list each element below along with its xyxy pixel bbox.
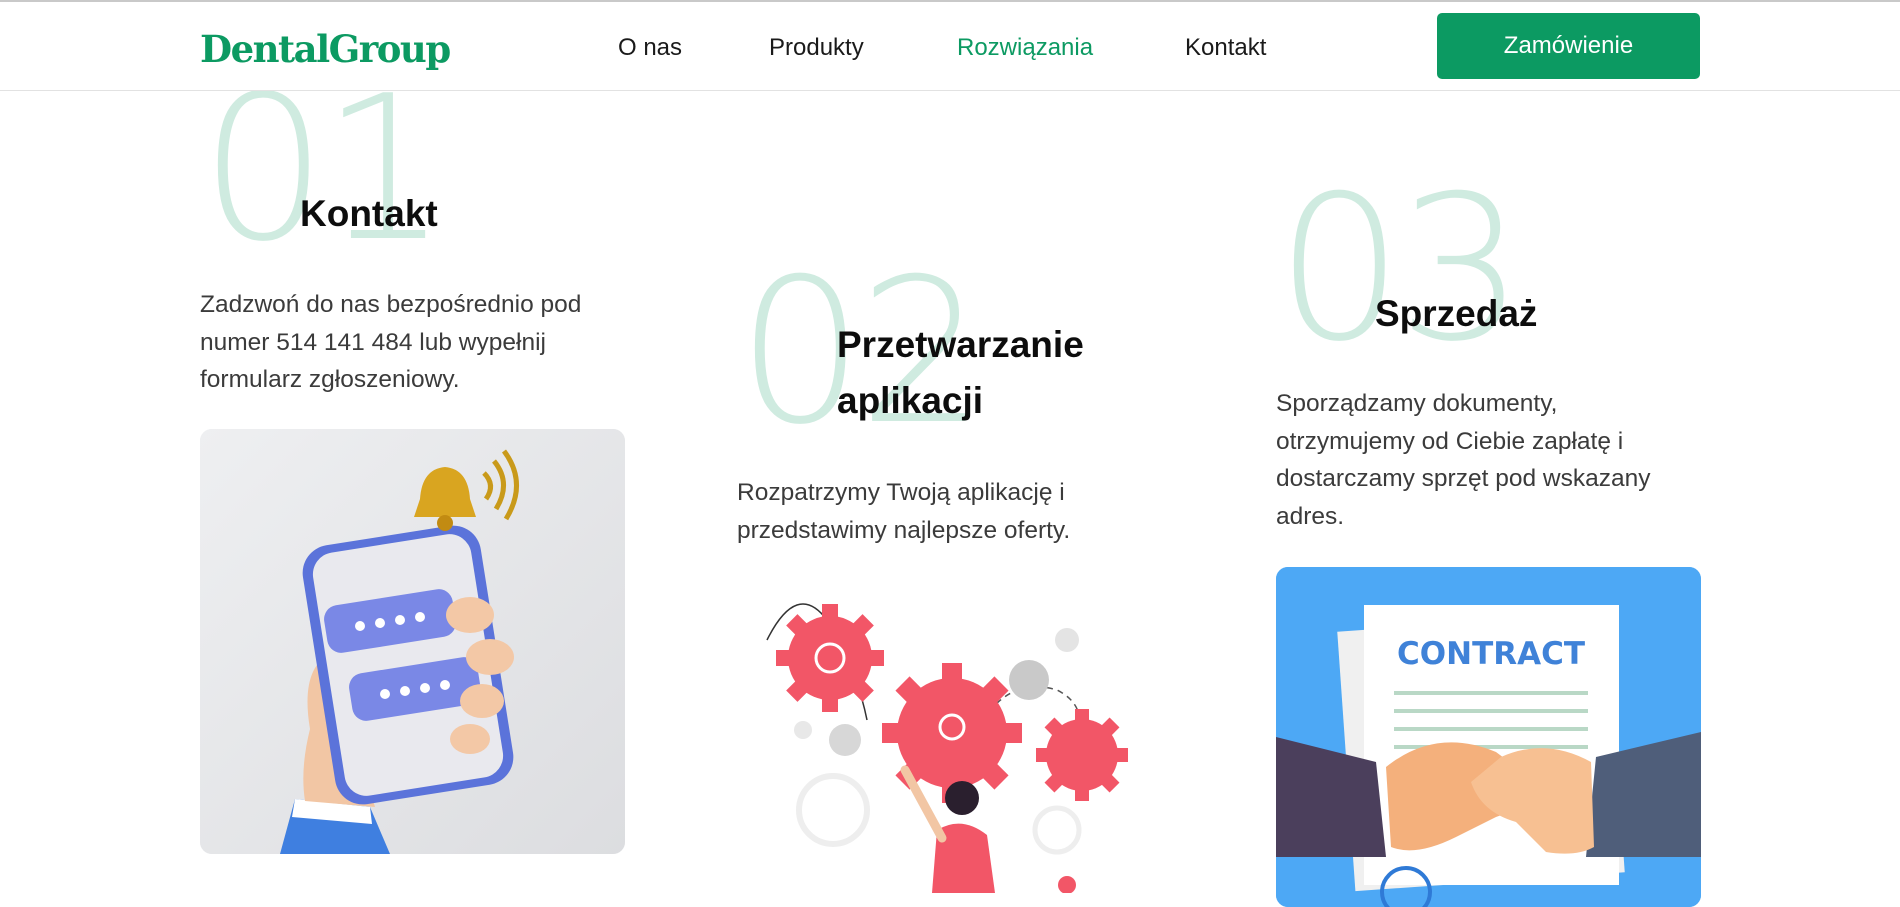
step-description: Zadzwoń do nas bezpośrednio pod numer 51…: [200, 291, 582, 393]
nav-item-kontakt[interactable]: Kontakt: [1185, 34, 1266, 62]
nav-item-o-nas[interactable]: O nas: [618, 34, 682, 62]
step-description: Rozpatrzymy Twoją aplikację i przedstawi…: [737, 479, 1071, 544]
order-button[interactable]: Zamówienie: [1437, 13, 1700, 79]
nav-item-produkty[interactable]: Produkty: [769, 34, 864, 62]
brand-logo[interactable]: DentalGroup: [200, 27, 451, 71]
step-title: Kontakt: [300, 193, 438, 234]
site-header: DentalGroup O nas Produkty Rozwiązania K…: [0, 2, 1900, 91]
step-title: Przetwarzanie aplikacji: [837, 324, 1084, 421]
nav-item-rozwiazania[interactable]: Rozwiązania: [957, 34, 1093, 62]
contract-handshake-illustration: CONTRACT: [1276, 567, 1701, 907]
gears-person-illustration: [737, 580, 1162, 893]
contract-heading: CONTRACT: [1397, 636, 1585, 672]
step-title: Sprzedaż: [1375, 293, 1538, 334]
phone-chat-bell-illustration: [200, 429, 625, 854]
step-description: Sporządzamy dokumenty, otrzymujemy od Ci…: [1276, 390, 1651, 530]
